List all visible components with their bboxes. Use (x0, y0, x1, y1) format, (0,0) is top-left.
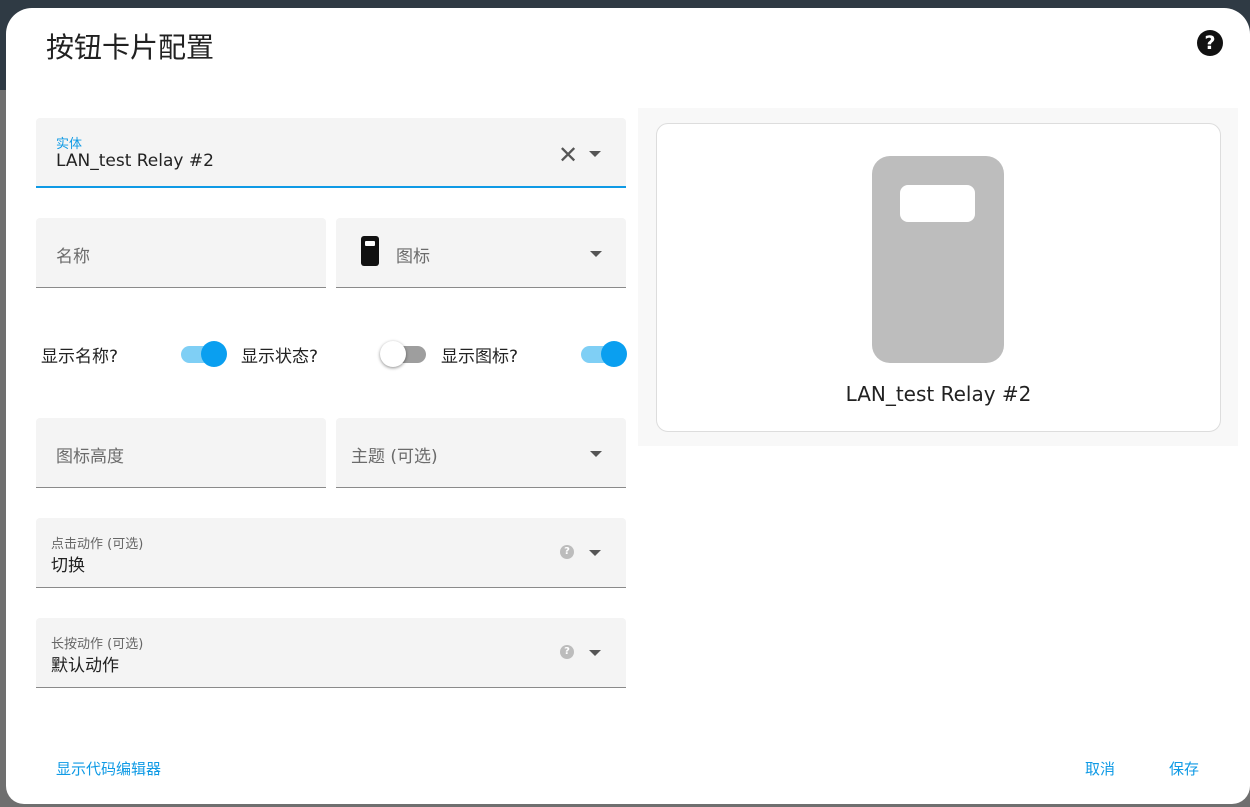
tap-action-value: 切换 (51, 556, 85, 576)
show-state-label: 显示状态? (241, 347, 319, 367)
tap-action-label: 点击动作 (可选) (51, 537, 144, 552)
card-config-dialog: 按钮卡片配置 ? 实体 LAN_test Relay #2 ✕ 名称 图标 显示… (6, 8, 1250, 804)
chevron-down-icon[interactable] (589, 550, 601, 556)
theme-field[interactable]: 主题 (可选) (336, 418, 626, 488)
dialog-title: 按钮卡片配置 (46, 31, 215, 64)
chevron-down-icon[interactable] (590, 251, 602, 257)
icon-height-placeholder: 图标高度 (56, 447, 124, 467)
icon-height-field[interactable]: 图标高度 (36, 418, 326, 488)
show-name-toggle[interactable] (181, 341, 227, 367)
save-button[interactable]: 保存 (1169, 758, 1199, 779)
clear-icon[interactable]: ✕ (558, 143, 578, 167)
help-icon[interactable]: ? (560, 645, 574, 659)
hold-action-label: 长按动作 (可选) (51, 637, 144, 652)
hold-action-value: 默认动作 (51, 656, 119, 676)
entity-value: LAN_test Relay #2 (56, 151, 214, 171)
door-icon (872, 156, 1004, 363)
name-placeholder: 名称 (56, 247, 90, 267)
door-icon (361, 236, 379, 266)
hold-action-select[interactable]: 长按动作 (可选) 默认动作 ? (36, 618, 626, 688)
entity-picker[interactable]: 实体 LAN_test Relay #2 ✕ (36, 118, 626, 188)
show-icon-toggle[interactable] (581, 341, 627, 367)
help-icon[interactable]: ? (1197, 30, 1223, 56)
preview-entity-name: LAN_test Relay #2 (845, 382, 1032, 406)
chevron-down-icon[interactable] (589, 650, 601, 656)
chevron-down-icon[interactable] (589, 151, 601, 157)
name-field[interactable]: 名称 (36, 218, 326, 288)
show-state-toggle[interactable] (380, 341, 428, 367)
entity-label: 实体 (56, 137, 83, 152)
cancel-button[interactable]: 取消 (1085, 758, 1115, 779)
tap-action-select[interactable]: 点击动作 (可选) 切换 ? (36, 518, 626, 588)
show-code-editor-button[interactable]: 显示代码编辑器 (56, 758, 161, 779)
show-icon-label: 显示图标? (441, 347, 519, 367)
chevron-down-icon[interactable] (590, 451, 602, 457)
theme-placeholder: 主题 (可选) (351, 447, 438, 467)
icon-field[interactable]: 图标 (336, 218, 626, 288)
help-icon[interactable]: ? (560, 545, 574, 559)
show-name-label: 显示名称? (41, 347, 119, 367)
icon-placeholder: 图标 (396, 247, 430, 267)
